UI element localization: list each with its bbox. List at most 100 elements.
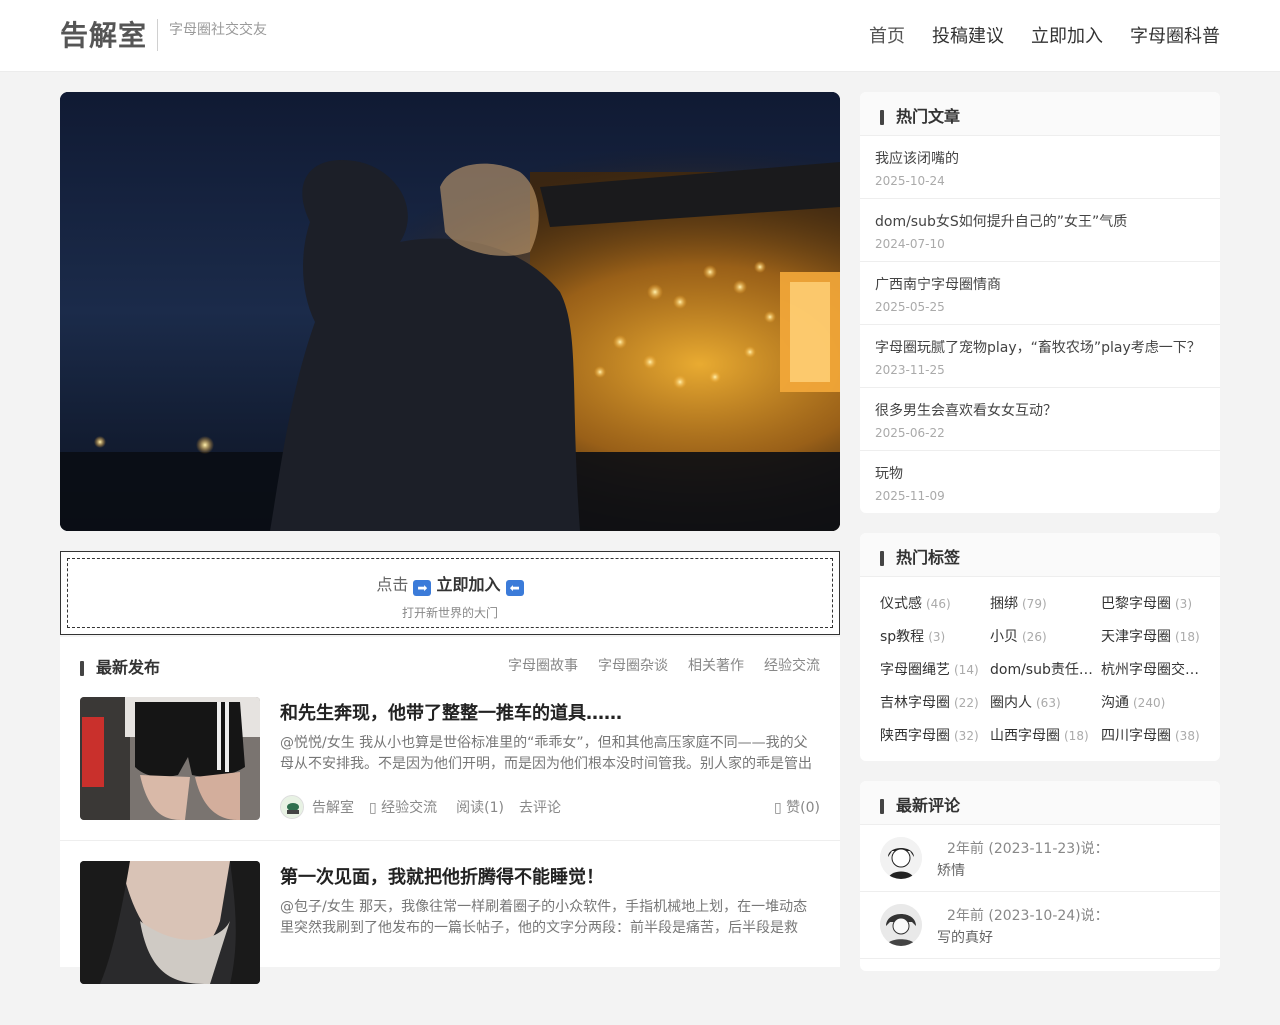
post-reads: 阅读(1): [456, 800, 504, 816]
hot-article-date: 2023-11-25: [875, 363, 945, 377]
tag-count: (240): [1133, 696, 1166, 710]
hot-article-title[interactable]: 玩物: [875, 463, 1205, 483]
tag-link[interactable]: 仪式感 (46): [880, 593, 990, 613]
tag-name: 山西字母圈: [990, 728, 1060, 744]
latest-comments-card: 最新评论 2年前 (2023-11-23)说： 矫情 2年前 (2023-10-…: [860, 781, 1220, 971]
site-header: 告解室 字母圈社交交友 首页 投稿建议 立即加入 字母圈科普: [0, 0, 1280, 72]
nav-home[interactable]: 首页: [869, 22, 905, 48]
tag-name: 捆绑: [990, 596, 1018, 612]
site-logo[interactable]: 告解室: [60, 14, 147, 54]
post-title[interactable]: 和先生奔现，他带了整整一推车的道具……: [280, 699, 622, 725]
hot-article-item[interactable]: 玩物 2025-11-09: [860, 451, 1220, 513]
tag-count: (38): [1175, 729, 1200, 743]
post-category[interactable]: ▯ 经验交流: [369, 797, 437, 817]
author-avatar-image: [281, 796, 303, 818]
hot-articles-title: 热门文章: [880, 107, 960, 126]
arrow-right-icon: ➡: [413, 580, 432, 596]
hot-article-date: 2024-07-10: [875, 237, 945, 251]
tag-count: (22): [954, 696, 979, 710]
tag-link[interactable]: 巴黎字母圈 (3): [1101, 593, 1211, 613]
tag-link[interactable]: 四川字母圈 (38): [1101, 725, 1211, 745]
hot-article-title[interactable]: dom/sub女S如何提升自己的”女王”气质: [875, 211, 1205, 231]
tag-name: 陕西字母圈: [880, 728, 950, 744]
hot-article-title[interactable]: 广西南宁字母圈情商: [875, 274, 1205, 294]
tag-name: 字母圈绳艺: [880, 662, 950, 678]
commenter-avatar[interactable]: [880, 837, 922, 879]
post-thumbnail[interactable]: [80, 697, 260, 820]
post-thumbnail[interactable]: [80, 861, 260, 984]
latest-comments-title: 最新评论: [880, 796, 960, 815]
main-nav: 首页 投稿建议 立即加入 字母圈科普: [869, 22, 1220, 48]
category-tab-experience[interactable]: 经验交流: [764, 655, 820, 675]
hot-article-title[interactable]: 字母圈玩腻了宠物play，“畜牧农场”play考虑一下？: [875, 337, 1205, 357]
tag-link[interactable]: 字母圈绳艺 (14): [880, 659, 990, 679]
tag-link[interactable]: 吉林字母圈 (22): [880, 692, 990, 712]
latest-posts-header: 最新发布 字母圈故事 字母圈杂谈 相关著作 经验交流: [80, 654, 820, 678]
comment-text[interactable]: 写的真好: [937, 927, 993, 947]
join-cta-box[interactable]: 点击 ➡ 立即加入 ⬅ 打开新世界的大门: [60, 551, 840, 635]
tag-link[interactable]: 杭州字母圈交…: [1101, 659, 1211, 679]
tag-name: 四川字母圈: [1101, 728, 1171, 744]
post-like-button[interactable]: ▯ 赞(0): [774, 797, 820, 817]
cta-prefix: 点击: [376, 575, 409, 594]
post-author[interactable]: 告解室: [312, 797, 354, 817]
post-title[interactable]: 第一次见面，我就把他折腾得不能睡觉！: [280, 863, 604, 889]
hot-articles-card: 热门文章 我应该闭嘴的 2025-10-24 dom/sub女S如何提升自己的”…: [860, 92, 1220, 513]
tag-link[interactable]: 沟通 (240): [1101, 692, 1211, 712]
hot-article-item[interactable]: 我应该闭嘴的 2025-10-24: [860, 136, 1220, 199]
hot-tags-card: 热门标签 仪式感 (46) 捆绑 (79) 巴黎字母圈 (3) sp教程 (3) 小贝(…: [860, 533, 1220, 761]
post-meta: 告解室 ▯ 经验交流 阅读(1) 去评论 ▯ 赞(0): [280, 795, 820, 819]
tag-link[interactable]: 陕西字母圈 (32): [880, 725, 990, 745]
hot-article-item[interactable]: dom/sub女S如何提升自己的”女王”气质 2024-07-10: [860, 199, 1220, 262]
hot-article-item[interactable]: 广西南宁字母圈情商 2025-05-25: [860, 262, 1220, 325]
tag-link[interactable]: sp教程 (3): [880, 626, 990, 646]
nav-submit-suggestion[interactable]: 投稿建议: [932, 22, 1004, 48]
tag-link[interactable]: dom/sub责任…: [990, 659, 1101, 679]
hot-article-title[interactable]: 很多男生会喜欢看女女互动？: [875, 400, 1205, 420]
hot-article-item[interactable]: 字母圈玩腻了宠物play，“畜牧农场”play考虑一下？ 2023-11-25: [860, 325, 1220, 388]
hot-article-date: 2025-11-09: [875, 489, 945, 503]
comment-meta: 2年前 (2023-10-24)说：: [947, 908, 1109, 924]
comment-item[interactable]: 2年前 (2023-10-24)说： 写的真好: [860, 892, 1220, 959]
nav-science[interactable]: 字母圈科普: [1130, 22, 1220, 48]
join-cta-title[interactable]: 点击 ➡ 立即加入 ⬅: [68, 571, 832, 596]
tag-link[interactable]: 天津字母圈 (18): [1101, 626, 1211, 646]
tag-name: 仪式感: [880, 596, 922, 612]
tag-count: (18): [1064, 729, 1089, 743]
latest-posts-category-tabs: 字母圈故事 字母圈杂谈 相关著作 经验交流: [508, 655, 820, 675]
category-tab-works[interactable]: 相关著作: [688, 655, 744, 675]
nav-join-now[interactable]: 立即加入: [1031, 22, 1103, 48]
commenter-avatar[interactable]: [880, 904, 922, 946]
tag-link[interactable]: 山西字母圈 (18): [990, 725, 1101, 745]
tag-count: (18): [1175, 630, 1200, 644]
hero-photo: [60, 92, 840, 531]
latest-comments-header: 最新评论: [860, 781, 1220, 825]
latest-posts-title: 最新发布: [80, 658, 160, 677]
comment-text[interactable]: 矫情: [937, 860, 965, 880]
tag-count: (32): [954, 729, 979, 743]
tag-name: 圈内人: [990, 695, 1032, 711]
tag-count: (14): [954, 663, 979, 677]
tag-name: 巴黎字母圈: [1101, 596, 1171, 612]
tag-link[interactable]: 小贝 (26): [990, 626, 1101, 646]
hot-article-date: 2025-06-22: [875, 426, 945, 440]
cta-subtitle: 打开新世界的大门: [401, 606, 498, 620]
author-avatar[interactable]: [280, 795, 304, 819]
hot-article-title[interactable]: 我应该闭嘴的: [875, 148, 1205, 168]
category-tab-talk[interactable]: 字母圈杂谈: [598, 655, 668, 675]
site-tagline: 字母圈社交交友: [169, 22, 267, 38]
join-cta-inner: 点击 ➡ 立即加入 ⬅ 打开新世界的大门: [67, 558, 833, 628]
post-thumbnail-image: [80, 697, 260, 820]
tag-link[interactable]: 捆绑 (79): [990, 593, 1101, 613]
post-comment-link[interactable]: 去评论: [519, 797, 561, 817]
cta-main-label[interactable]: 立即加入: [437, 575, 501, 594]
tag-link[interactable]: 圈内人 (63): [990, 692, 1101, 712]
comment-item[interactable]: 2年前 (2023-11-23)说： 矫情: [860, 825, 1220, 892]
post-excerpt: @包子/女生 那天，我像往常一样刷着圈子的小众软件，手指机械地上划，在一堆动态里…: [280, 899, 808, 936]
hot-article-item[interactable]: 很多男生会喜欢看女女互动？ 2025-06-22: [860, 388, 1220, 451]
tag-count: (63): [1036, 696, 1061, 710]
post-category-label: 经验交流: [381, 800, 438, 816]
hero-banner-image[interactable]: [60, 92, 840, 531]
category-tab-stories[interactable]: 字母圈故事: [508, 655, 578, 675]
tag-name: dom/sub责任…: [990, 662, 1093, 678]
